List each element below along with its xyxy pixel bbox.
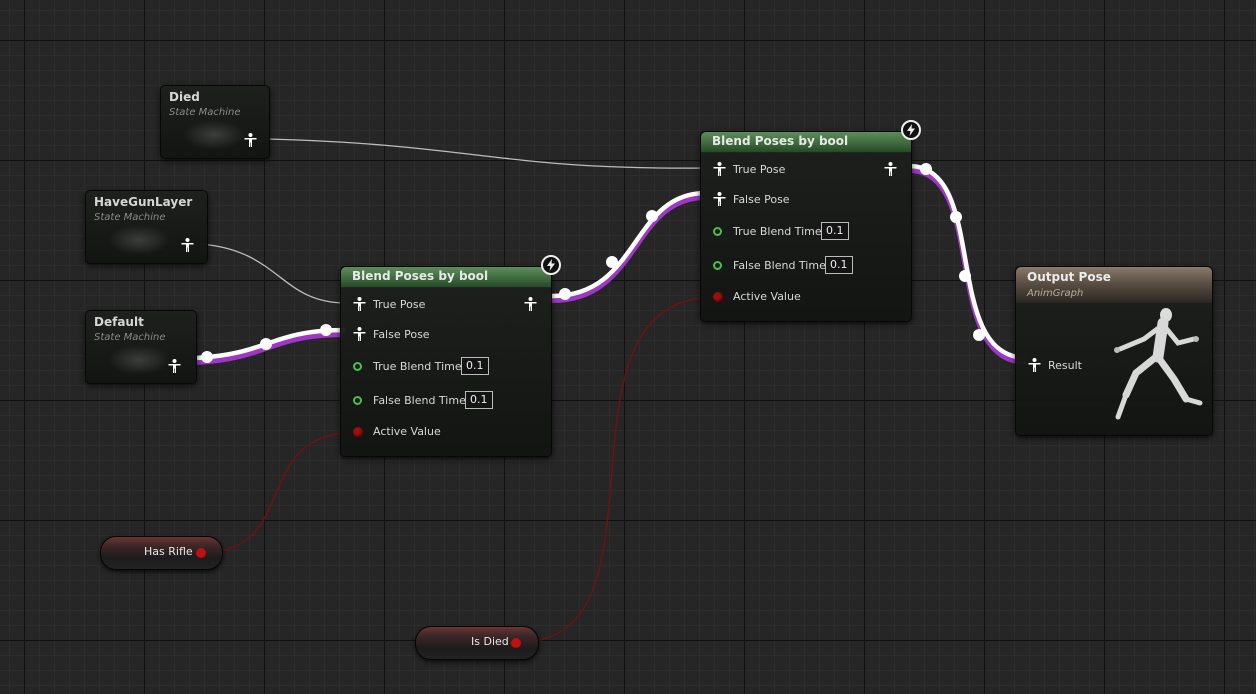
true-blend-time-input[interactable]: 0.1 [461, 357, 489, 375]
person-pose-icon [713, 192, 726, 206]
float-pin-icon [353, 396, 362, 405]
node-title: Blend Poses by bool [352, 269, 489, 283]
wire-died-to-blend2-true [267, 138, 707, 169]
pin-label: Active Value [733, 290, 801, 303]
output-pose-pin-icon[interactable] [884, 162, 897, 176]
wire-default-to-blend1-false [195, 331, 347, 365]
variable-label: Has Rifle [144, 545, 193, 558]
state-machine-title: Died [169, 90, 200, 104]
wire-havegun-to-blend1-true [199, 243, 347, 304]
wire-blend1-to-blend2-false [549, 194, 707, 304]
state-machine-died[interactable]: Died State Machine [160, 85, 270, 159]
person-pose-icon[interactable] [181, 238, 194, 252]
node-title: Output Pose [1027, 270, 1111, 284]
pin-label: Active Value [373, 425, 441, 438]
variable-label: Is Died [471, 635, 509, 648]
bool-pin-icon[interactable] [196, 548, 206, 558]
float-pin-icon [713, 261, 722, 270]
state-machine-subtitle: State Machine [94, 212, 166, 223]
person-pose-icon[interactable] [168, 359, 181, 373]
node-subtitle: AnimGraph [1027, 288, 1084, 299]
true-blend-time-input[interactable]: 0.1 [821, 222, 849, 240]
pin-label: False Pose [373, 328, 430, 341]
blend-poses-by-bool-node-2[interactable]: Blend Poses by bool True Pose False Pose… [700, 120, 921, 322]
state-machine-preview [183, 120, 245, 150]
float-pin-icon [353, 362, 362, 371]
output-pose-node[interactable]: Output Pose AnimGraph Result [1015, 266, 1213, 436]
pin-label: True Blend Time [373, 360, 462, 373]
bool-pin-icon [353, 427, 363, 437]
pin-label: Result [1048, 359, 1082, 372]
pin-label: True Pose [733, 163, 786, 176]
lightning-bolt-icon [901, 120, 921, 140]
state-machine-preview [108, 345, 170, 375]
person-pose-icon [353, 327, 366, 341]
state-machine-preview [108, 225, 170, 255]
node-title: Blend Poses by bool [712, 134, 849, 148]
wire-hasrifle-to-blend1-active [204, 431, 358, 553]
variable-has-rifle[interactable]: Has Rifle [100, 536, 223, 570]
mannequin-preview-icon [1114, 308, 1203, 420]
state-machine-title: HaveGunLayer [94, 195, 193, 209]
person-pose-icon [713, 162, 726, 176]
state-machine-title: Default [94, 315, 144, 329]
person-pose-icon [353, 297, 366, 311]
blend-poses-by-bool-node-1[interactable]: Blend Poses by bool True Pose False Pose… [340, 255, 561, 457]
state-machine-default[interactable]: Default State Machine [85, 310, 197, 384]
pin-label: False Pose [733, 193, 790, 206]
false-blend-time-input[interactable]: 0.1 [465, 391, 493, 409]
state-machine-subtitle: State Machine [94, 332, 166, 343]
person-pose-icon [1028, 358, 1041, 372]
wire-blend2-to-output [909, 167, 1028, 365]
state-machine-subtitle: State Machine [169, 107, 241, 118]
output-pose-pin-icon[interactable] [524, 297, 537, 311]
lightning-bolt-icon [541, 255, 561, 275]
state-machine-havegunlayer[interactable]: HaveGunLayer State Machine [85, 190, 208, 264]
float-pin-icon [713, 227, 722, 236]
variable-is-died[interactable]: Is Died [415, 626, 539, 660]
pin-label: True Pose [373, 298, 426, 311]
person-pose-icon[interactable] [244, 133, 257, 147]
pin-label: False Blend Time [733, 259, 826, 272]
false-blend-time-input[interactable]: 0.1 [825, 256, 853, 274]
bool-pin-icon [713, 292, 723, 302]
pin-label: True Blend Time [733, 225, 822, 238]
pin-label: False Blend Time [373, 394, 466, 407]
bool-pin-icon[interactable] [511, 638, 521, 648]
